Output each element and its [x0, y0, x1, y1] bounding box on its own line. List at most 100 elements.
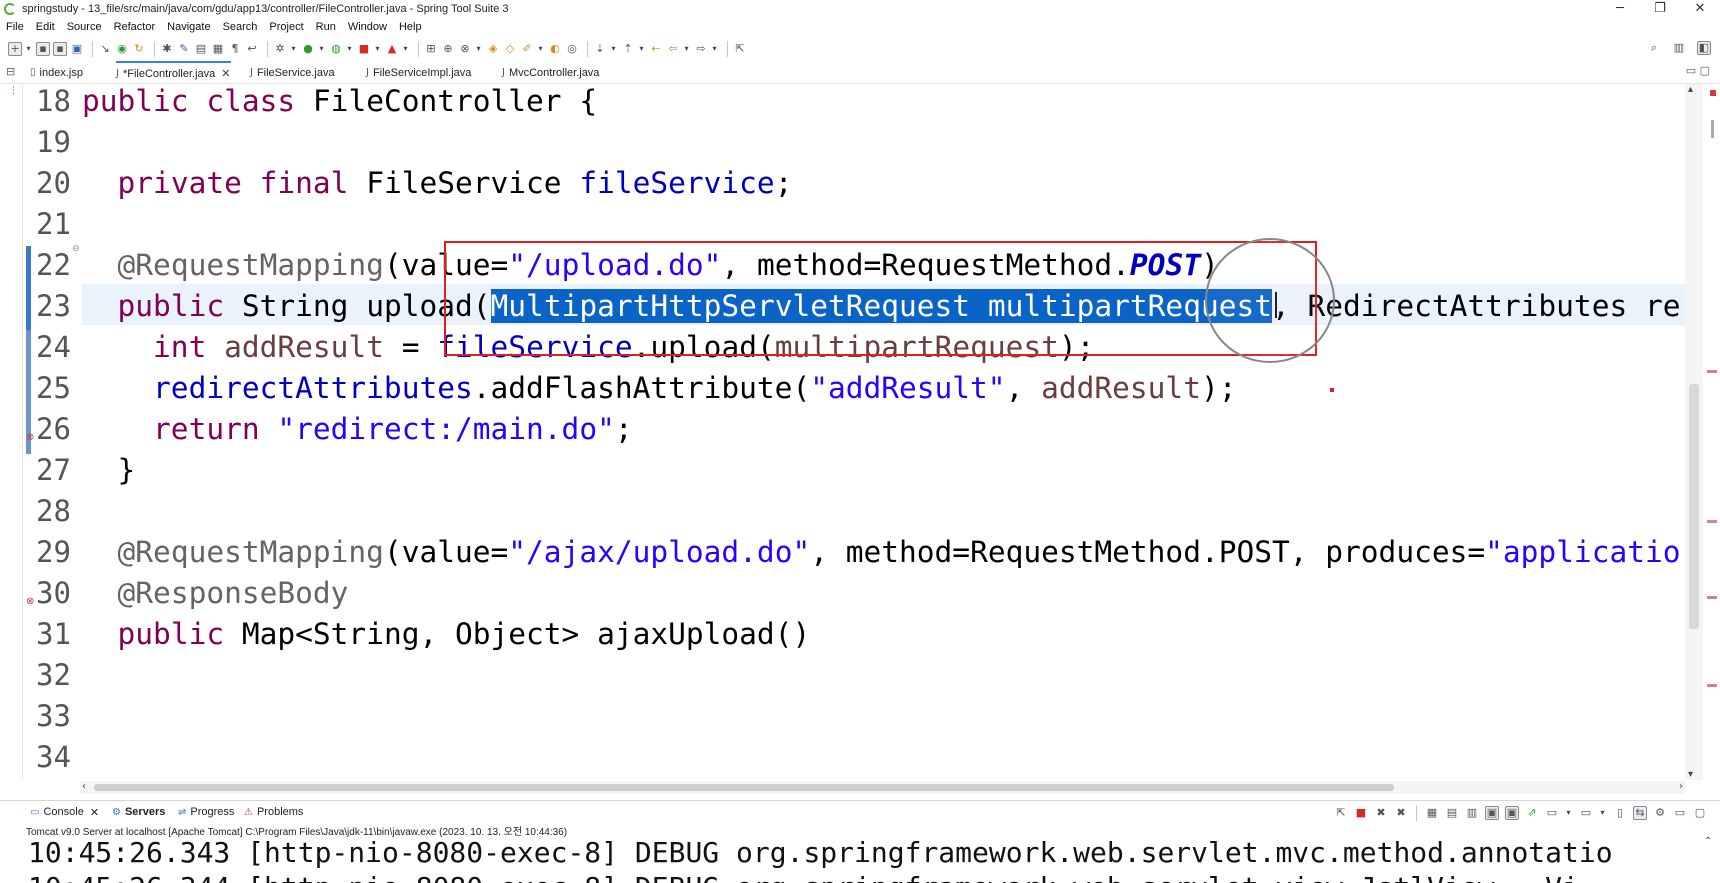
- console-scroll-up-icon[interactable]: ⌃: [1704, 836, 1718, 883]
- search-dropdown-icon[interactable]: ▾: [537, 42, 544, 56]
- coverage-dropdown-icon[interactable]: ▾: [346, 42, 353, 56]
- pin-editor-icon[interactable]: ⇱: [733, 42, 747, 56]
- word-wrap-console-icon[interactable]: ▥: [1465, 806, 1479, 820]
- display-console-icon[interactable]: ▭: [1545, 806, 1559, 820]
- new-dropdown-icon[interactable]: ▾: [25, 42, 32, 56]
- menu-window[interactable]: Window: [348, 21, 387, 33]
- refresh-icon[interactable]: ↻: [132, 42, 146, 56]
- terminal-icon[interactable]: ▣: [70, 42, 84, 56]
- error-marker[interactable]: [1707, 684, 1717, 687]
- word-wrap-icon[interactable]: ↩: [245, 42, 259, 56]
- show-stderr-icon[interactable]: ▣: [1505, 806, 1519, 820]
- error-icon[interactable]: ⊗: [26, 432, 34, 443]
- code-line-29[interactable]: @RequestMapping(value="/ajax/upload.do",…: [82, 535, 1681, 569]
- menu-file[interactable]: File: [6, 21, 24, 33]
- terminate-icon[interactable]: ■: [1354, 806, 1368, 820]
- show-stdout-icon[interactable]: ▣: [1485, 806, 1499, 820]
- outline-icon[interactable]: ⋮: [9, 86, 18, 96]
- clear-console-icon[interactable]: ▦: [1425, 806, 1439, 820]
- tab-fileserviceimpl-java[interactable]: J FileServiceImpl.java: [366, 61, 471, 84]
- scroll-up-icon[interactable]: ▴: [1688, 84, 1693, 95]
- back-icon[interactable]: ⇦: [666, 42, 680, 56]
- overview-ruler[interactable]: [1705, 84, 1720, 780]
- new-type-icon[interactable]: ⊗: [458, 42, 472, 56]
- tab-problems[interactable]: ⚠ Problems: [244, 804, 303, 820]
- menu-source[interactable]: Source: [67, 21, 102, 33]
- save-icon[interactable]: ▪: [36, 42, 50, 56]
- code-line-20[interactable]: private final FileService fileService;: [82, 166, 793, 200]
- new-package-icon[interactable]: ⊞: [424, 42, 438, 56]
- horizontal-scrollbar[interactable]: ‹ ›: [80, 781, 1685, 794]
- stop-icon[interactable]: ■: [357, 42, 371, 56]
- code-line-30[interactable]: @ResponseBody: [82, 576, 349, 610]
- next-annotation-icon[interactable]: ⇣: [593, 42, 607, 56]
- code-line-18[interactable]: public class FileController {: [82, 84, 597, 118]
- copy-icon[interactable]: ▯: [1613, 806, 1627, 820]
- debug-icon[interactable]: ✲: [273, 42, 287, 56]
- menu-search[interactable]: Search: [223, 21, 258, 33]
- fold-icon[interactable]: ⊖: [72, 244, 80, 254]
- error-marker[interactable]: [1707, 596, 1717, 599]
- new-class-icon[interactable]: ⊕: [441, 42, 455, 56]
- close-icon[interactable]: ✕: [90, 806, 99, 819]
- maximize-panel-icon[interactable]: ▢: [1693, 806, 1707, 820]
- restore-button[interactable]: ❐: [1640, 0, 1680, 17]
- minimize-panel-icon[interactable]: ▭: [1673, 806, 1687, 820]
- tab-progress[interactable]: ⇌ Progress: [178, 804, 234, 820]
- hscroll-thumb[interactable]: [94, 784, 1394, 791]
- scroll-lock-icon[interactable]: ▤: [1445, 806, 1459, 820]
- debug-dropdown-icon[interactable]: ▾: [290, 42, 297, 56]
- open-perspective-icon[interactable]: ◐: [548, 42, 562, 56]
- run-icon[interactable]: ●: [301, 42, 315, 56]
- minimize-button[interactable]: ─: [1600, 0, 1640, 17]
- open-task-icon[interactable]: ◇: [503, 42, 517, 56]
- tab-index-jsp[interactable]: ▯ index.jsp: [30, 61, 83, 84]
- scroll-left-icon[interactable]: ‹: [82, 781, 86, 792]
- tab-filecontroller-java[interactable]: J *FileController.java ✕: [116, 61, 231, 84]
- new-console-icon[interactable]: ▭: [1579, 806, 1593, 820]
- menu-project[interactable]: Project: [269, 21, 303, 33]
- package-explorer-icon[interactable]: ⊟: [6, 65, 18, 79]
- remove-all-icon[interactable]: ✖: [1394, 806, 1408, 820]
- error-icon[interactable]: ⊗: [26, 596, 34, 607]
- vertical-scrollbar[interactable]: ▴ ▾: [1685, 84, 1703, 780]
- search-toolbar-icon[interactable]: ✐: [520, 42, 534, 56]
- scroll-right-icon[interactable]: ›: [1679, 781, 1683, 792]
- spring-perspective-icon[interactable]: ◧: [1697, 41, 1711, 55]
- open-type-icon[interactable]: ◈: [486, 42, 500, 56]
- run-dropdown-icon[interactable]: ▾: [318, 42, 325, 56]
- tab-fileservice-java[interactable]: J FileService.java: [250, 61, 335, 84]
- external-tools-icon[interactable]: ▲: [385, 42, 399, 56]
- code-line-27[interactable]: }: [82, 453, 136, 487]
- back-dropdown-icon[interactable]: ▾: [683, 42, 690, 56]
- scrollbar-thumb[interactable]: [1689, 384, 1699, 629]
- open-console-icon[interactable]: ⇗: [1525, 806, 1539, 820]
- pin-icon[interactable]: ✱: [160, 42, 174, 56]
- error-summary-marker[interactable]: [1710, 90, 1716, 96]
- prev-annotation-dropdown-icon[interactable]: ▾: [638, 42, 645, 56]
- new-console-dropdown-icon[interactable]: ▾: [1599, 806, 1606, 820]
- save-all-icon[interactable]: ▪: [53, 42, 67, 56]
- tab-mvccontroller-java[interactable]: J MvcController.java: [502, 61, 599, 84]
- spring-boot-icon[interactable]: ◉: [115, 42, 129, 56]
- highlight-icon[interactable]: ✎: [177, 42, 191, 56]
- scroll-down-icon[interactable]: ▾: [1688, 769, 1693, 780]
- whitespace-icon[interactable]: ¶: [228, 42, 242, 56]
- code-line-25[interactable]: redirectAttributes.addFlashAttribute("ad…: [82, 371, 1236, 405]
- search-icon[interactable]: ⌕: [1647, 41, 1661, 55]
- new-icon[interactable]: +: [8, 42, 22, 56]
- code-editor[interactable]: ⋮ 18 19 20 21 22 23 24 25 26 27 28 29 30…: [0, 84, 1720, 780]
- block-select-icon[interactable]: ▤: [194, 42, 208, 56]
- code-line-31[interactable]: public Map<String, Object> ajaxUpload(): [82, 617, 811, 651]
- next-annotation-dropdown-icon[interactable]: ▾: [610, 42, 617, 56]
- skip-breakpoints-icon[interactable]: ↘: [98, 42, 112, 56]
- new-type-dropdown-icon[interactable]: ▾: [475, 42, 482, 56]
- link-icon[interactable]: ⇆: [1633, 806, 1647, 820]
- error-marker[interactable]: [1707, 370, 1717, 373]
- menu-refactor[interactable]: Refactor: [114, 21, 156, 33]
- remove-launch-icon[interactable]: ✖: [1374, 806, 1388, 820]
- console-output-line[interactable]: 10:45:26.343 [http-nio-8080-exec-8] DEBU…: [28, 836, 1613, 869]
- toggle-mark-icon[interactable]: ▦: [211, 42, 225, 56]
- minimize-maximize-icon[interactable]: ▭ ▢: [1686, 64, 1710, 77]
- external-tools-dropdown-icon[interactable]: ▾: [402, 42, 409, 56]
